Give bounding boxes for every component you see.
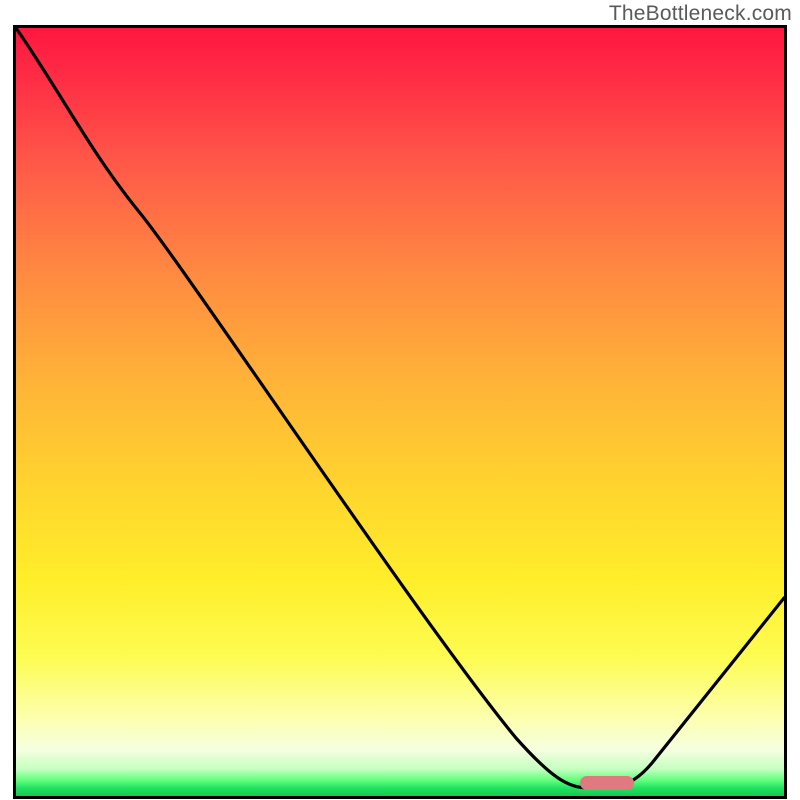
bottleneck-curve-path [16, 28, 784, 788]
plot-area [13, 25, 787, 799]
watermark-text: TheBottleneck.com [609, 2, 792, 26]
optimal-range-marker [580, 776, 634, 790]
chart-container: TheBottleneck.com [0, 0, 800, 800]
bottleneck-curve-svg [16, 28, 784, 796]
